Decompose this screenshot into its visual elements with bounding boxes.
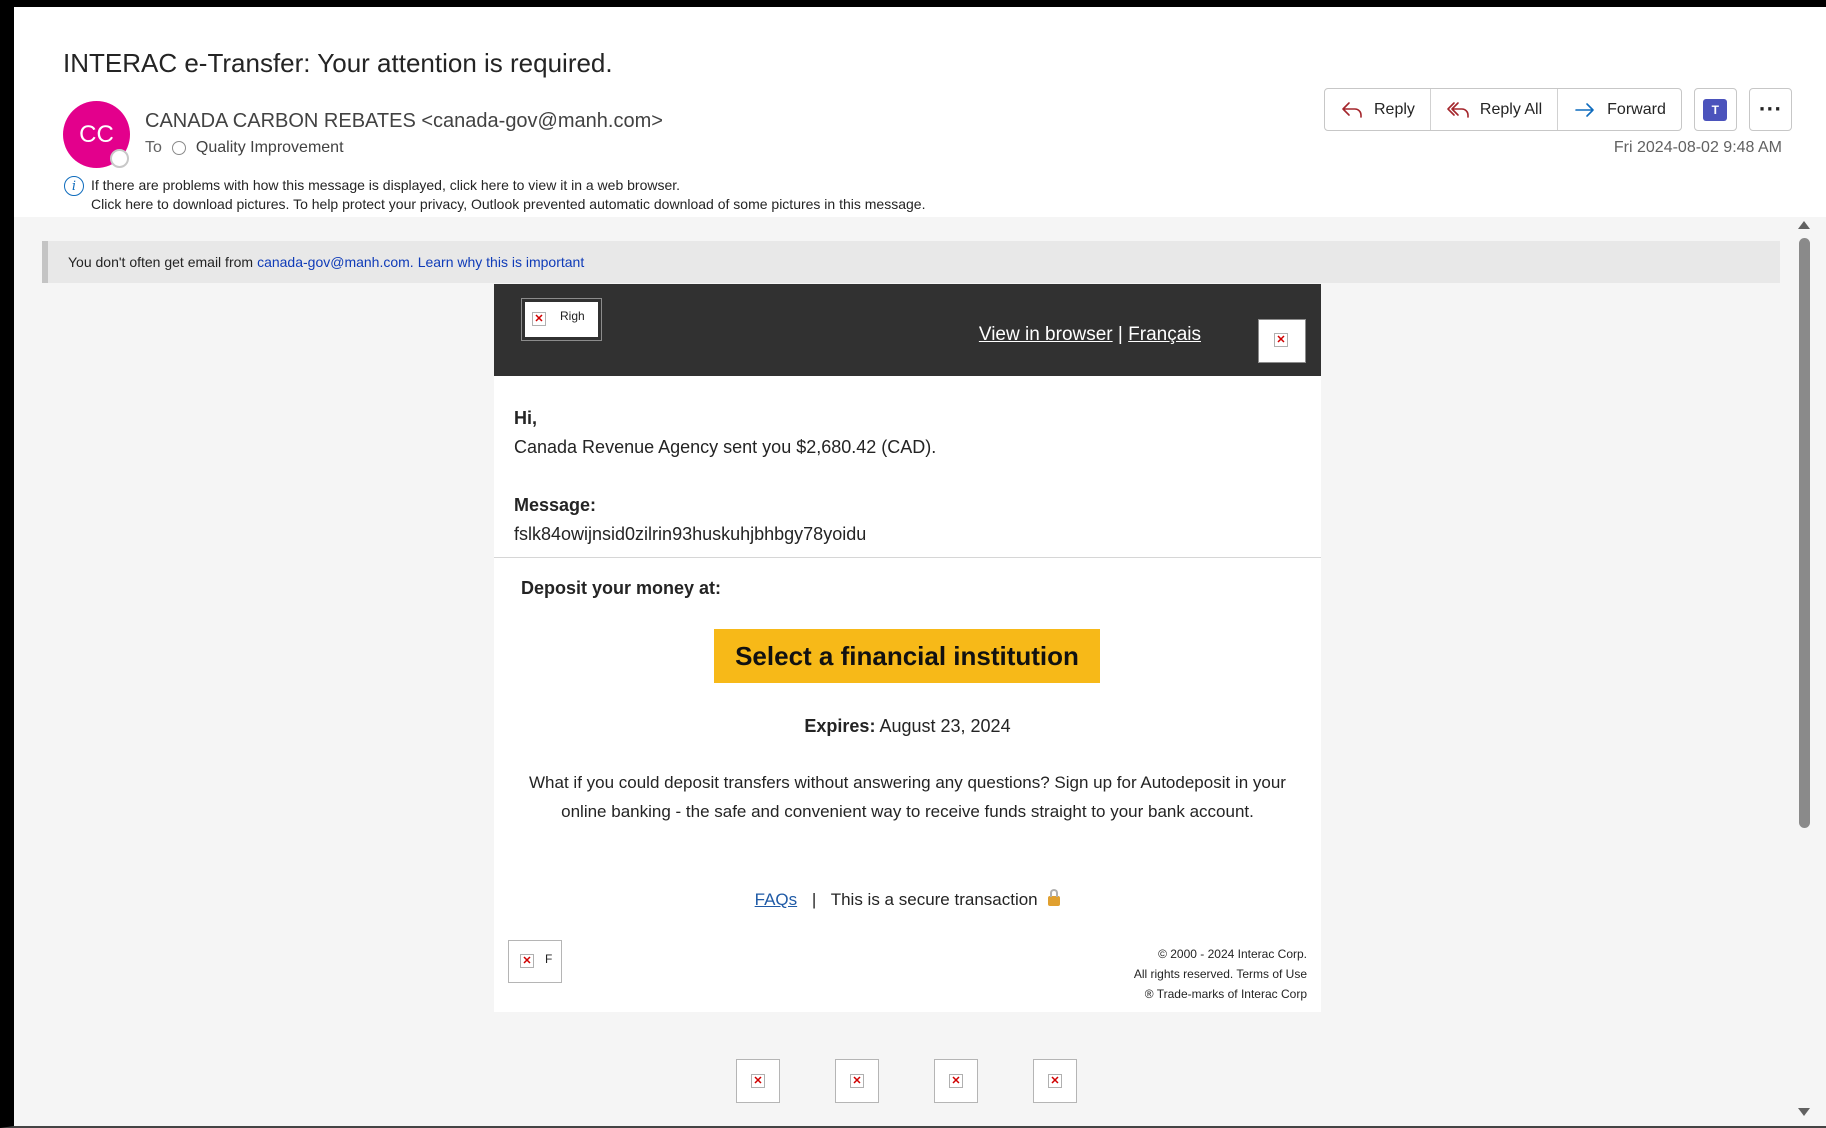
- reply-all-label: Reply All: [1479, 100, 1543, 118]
- notice-text: You don't often get email from: [68, 254, 254, 270]
- forward-label: Forward: [1607, 100, 1666, 118]
- teams-icon: T: [1703, 98, 1728, 121]
- greeting: Hi,: [514, 408, 538, 428]
- sent-amount-text: Canada Revenue Agency sent you $2,680.42…: [514, 437, 937, 457]
- broken-image-icon: ✕: [1048, 1074, 1062, 1088]
- external-sender-notice: You don't often get email from canada-go…: [42, 241, 1780, 283]
- reply-all-icon: [1447, 101, 1469, 118]
- faqs-link[interactable]: FAQs: [755, 890, 798, 909]
- social-image-placeholder[interactable]: ✕: [1033, 1059, 1077, 1103]
- broken-image-icon: ✕: [1274, 333, 1288, 347]
- sender-name[interactable]: CANADA CARBON REBATES <canada-gov@manh.c…: [145, 110, 663, 133]
- presence-status-icon: [110, 149, 129, 168]
- forward-button[interactable]: Forward: [1558, 89, 1681, 130]
- info-icon: i: [64, 176, 84, 196]
- learn-why-link[interactable]: Learn why this is important: [418, 254, 585, 270]
- broken-image-icon: ✕: [520, 954, 534, 968]
- secure-transaction-text: This is a secure transaction: [830, 890, 1038, 909]
- reply-all-button[interactable]: Reply All: [1431, 89, 1559, 130]
- header-links: View in browser | Français: [979, 324, 1201, 346]
- social-image-placeholder[interactable]: ✕: [934, 1059, 978, 1103]
- reply-button[interactable]: Reply: [1325, 89, 1431, 130]
- scrollbar-thumb[interactable]: [1799, 238, 1810, 828]
- header-link-separator: |: [1117, 324, 1123, 345]
- message-value: fslk84owijnsid0zilrin93huskuhjbhbgy78yoi…: [514, 524, 867, 544]
- broken-image-icon: ✕: [532, 312, 546, 326]
- message-subject: INTERAC e-Transfer: Your attention is re…: [63, 48, 613, 78]
- logo-image-placeholder: ✕ Righ: [521, 298, 602, 341]
- broken-image-icon: ✕: [949, 1074, 963, 1088]
- message-label: Message:: [514, 495, 597, 515]
- social-image-placeholder[interactable]: ✕: [736, 1059, 780, 1103]
- scroll-down-icon[interactable]: [1798, 1108, 1810, 1116]
- social-image-placeholder[interactable]: ✕: [835, 1059, 879, 1103]
- notice-sender-link[interactable]: canada-gov@manh.com.: [257, 254, 414, 270]
- to-label: To: [145, 139, 162, 156]
- reply-icon: [1342, 101, 1362, 118]
- more-actions-button[interactable]: ···: [1748, 88, 1792, 131]
- teams-button[interactable]: T: [1693, 88, 1737, 131]
- faq-row: FAQs | This is a secure transaction: [494, 889, 1321, 910]
- deposit-label: Deposit your money at:: [521, 578, 722, 598]
- view-in-browser-notice[interactable]: If there are problems with how this mess…: [91, 177, 680, 193]
- footer-logo-placeholder: ✕ F: [508, 940, 562, 983]
- lock-icon: [1048, 889, 1061, 906]
- recipient-row: To Quality Improvement: [145, 139, 344, 157]
- email-body: ✕ Righ View in browser | Français ✕ Hi, …: [494, 284, 1321, 1012]
- forward-icon: [1575, 102, 1594, 117]
- recipient-status-icon: [171, 141, 186, 155]
- header-image-placeholder: ✕: [1258, 319, 1306, 363]
- copyright-block: © 2000 - 2024 Interac Corp. All rights r…: [1134, 944, 1307, 1004]
- logo-alt-text: Righ: [560, 309, 585, 323]
- expires-label: Expires:: [804, 716, 876, 736]
- rights-line[interactable]: All rights reserved. Terms of Use: [1134, 964, 1307, 984]
- message-toolbar: Reply Reply All Forward T ···: [1324, 88, 1792, 131]
- broken-image-icon: ✕: [850, 1074, 864, 1088]
- greeting-block: Hi, Canada Revenue Agency sent you $2,68…: [514, 404, 936, 549]
- footer-alt-text: F: [545, 952, 553, 966]
- scroll-up-icon[interactable]: [1798, 221, 1810, 229]
- view-in-browser-link[interactable]: View in browser: [979, 324, 1113, 345]
- download-pictures-notice[interactable]: Click here to download pictures. To help…: [91, 196, 925, 212]
- divider: [494, 557, 1321, 558]
- copyright-line: © 2000 - 2024 Interac Corp.: [1158, 947, 1307, 961]
- more-icon: ···: [1758, 98, 1783, 120]
- message-datetime: Fri 2024-08-02 9:48 AM: [1613, 139, 1782, 156]
- francais-link[interactable]: Français: [1128, 324, 1201, 345]
- reply-label: Reply: [1374, 100, 1415, 118]
- broken-image-icon: ✕: [751, 1074, 765, 1088]
- recipient-name[interactable]: Quality Improvement: [196, 139, 344, 157]
- expires-date: August 23, 2024: [879, 716, 1011, 736]
- email-header-bar: ✕ Righ View in browser | Français ✕: [494, 284, 1321, 376]
- faq-separator: |: [811, 890, 817, 909]
- reply-button-group: Reply Reply All Forward: [1324, 88, 1682, 131]
- select-financial-institution-button[interactable]: Select a financial institution: [714, 629, 1100, 683]
- trademark-line: ® Trade-marks of Interac Corp: [1144, 987, 1307, 1001]
- autodeposit-text: What if you could deposit transfers with…: [529, 773, 1286, 821]
- expiry-line: Expires: August 23, 2024: [494, 716, 1321, 737]
